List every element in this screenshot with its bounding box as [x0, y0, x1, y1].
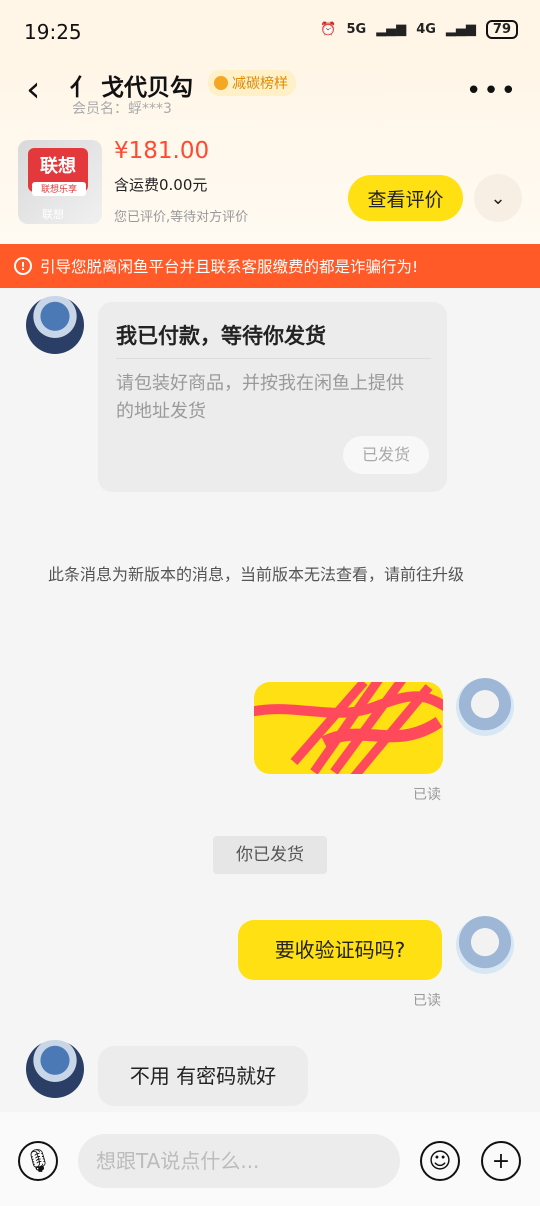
shipped-button[interactable]: 已发货	[343, 436, 429, 474]
card-text: 请包装好商品，并按我在闲鱼上提供的地址发货	[116, 373, 404, 422]
signal-icon-2: ▂▄▆	[445, 22, 476, 37]
product-logo-sub: 联想乐享	[32, 182, 86, 196]
eco-badge-label: 减碳榜样	[232, 76, 288, 92]
card-divider	[116, 358, 431, 359]
more-menu-icon[interactable]: •••	[466, 76, 518, 106]
chevron-down-icon[interactable]: ⌄	[474, 174, 522, 222]
fraud-warning-banner: ! 引导您脱离闲鱼平台并且联系客服缴费的都是诈骗行为!	[0, 244, 540, 288]
microphone-icon[interactable]: 🎙	[18, 1141, 58, 1181]
chat-title: 亻 戈代贝勾	[70, 75, 194, 101]
alarm-icon: ⏰	[320, 22, 337, 37]
read-receipt-2: 已读	[413, 993, 441, 1009]
network-4g: 4G	[416, 22, 436, 37]
message-input[interactable]	[78, 1134, 400, 1188]
member-name: 会员名：蜉***3	[72, 101, 172, 117]
product-price: ¥181.00	[114, 138, 210, 164]
shipping-fee: 含运费0.00元	[114, 176, 208, 194]
product-image-caption: 联想	[42, 208, 64, 221]
status-icons: ⏰ 5G ▂▄▆ 4G ▂▄▆ 79	[320, 20, 518, 39]
order-status-card[interactable]: 我已付款，等待你发货 请包装好商品，并按我在闲鱼上提供的地址发货 已发货	[98, 302, 447, 492]
scribble-redaction	[254, 682, 443, 774]
read-receipt: 已读	[413, 787, 441, 803]
fraud-warning-text: 引导您脱离闲鱼平台并且联系客服缴费的都是诈骗行为!	[40, 258, 419, 276]
eco-badge[interactable]: 减碳榜样	[208, 70, 296, 96]
redacted-message-bubble[interactable]	[254, 682, 443, 774]
shipped-status-notice: 你已发货	[213, 836, 327, 874]
message-bubble-reply[interactable]: 不用 有密码就好	[98, 1046, 308, 1106]
system-message: 此条消息为新版本的消息，当前版本无法查看，请前往升级	[48, 565, 465, 584]
warning-icon: !	[14, 257, 32, 275]
my-avatar-2[interactable]	[456, 916, 514, 974]
battery-level: 79	[485, 20, 518, 39]
emoji-icon[interactable]: ☺	[420, 1141, 460, 1181]
view-review-button[interactable]: 查看评价	[348, 175, 463, 221]
review-status: 您已评价,等待对方评价	[114, 210, 249, 225]
network-5g: 5G	[346, 22, 367, 37]
status-time: 19:25	[24, 20, 82, 44]
message-bubble-question[interactable]: 要收验证码吗?	[238, 920, 442, 980]
signal-icon: ▂▄▆	[376, 22, 407, 37]
my-avatar[interactable]	[456, 678, 514, 736]
leaf-icon	[214, 76, 228, 90]
product-image[interactable]: 联想 联想乐享 联想	[18, 140, 102, 224]
seller-avatar-2[interactable]	[26, 1040, 84, 1098]
back-arrow-icon[interactable]: ‹	[26, 72, 40, 108]
plus-icon[interactable]: +	[481, 1141, 521, 1181]
seller-avatar[interactable]	[26, 296, 84, 354]
card-title: 我已付款，等待你发货	[116, 324, 326, 348]
